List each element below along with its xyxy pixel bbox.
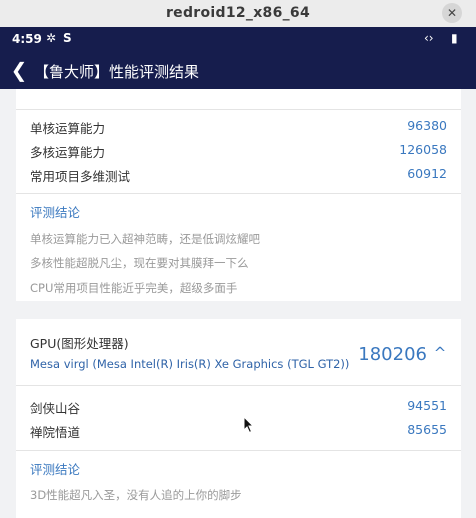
settings-gear-icon: ✲ [46,31,57,45]
gpu-total-score: 180206 [358,344,427,365]
window-title-bar: redroid12_x86_64 ✕ [0,0,476,28]
score-value: 85655 [407,422,447,437]
back-arrow-icon[interactable]: ❮ [10,59,28,81]
score-value: 94551 [407,398,447,413]
score-row-zen-temple: 禅院悟道 85655 [30,420,447,440]
score-row-common-items: 常用项目多维测试 60912 [30,164,447,184]
conclusion-remark: 多核性能超脱凡尘，现在要对其膜拜一下么 [30,256,249,270]
score-label: 常用项目多维测试 [30,169,131,184]
android-screen: 4:59 ✲ S ‹› ▮ ❮ 【鲁大师】性能评测结果 单核运算能力 96380… [0,27,476,518]
score-row-sword-valley: 剑侠山谷 94551 [30,396,447,416]
conclusion-remark: CPU常用项目性能近乎完美，超级多面手 [30,281,238,295]
score-value: 96380 [407,118,447,133]
gpu-heading: GPU(图形处理器) [30,336,129,351]
conclusion-remark: 3D性能超凡入圣，没有人追的上你的脚步 [30,488,242,502]
score-value: 60912 [407,166,447,181]
score-value: 126058 [399,142,447,157]
sync-icon: S [63,31,72,45]
card-divider [16,385,461,386]
score-row-single-core: 单核运算能力 96380 [30,116,447,136]
chevron-up-icon[interactable]: ^ [433,342,447,364]
conclusion-remark: 单核运算能力已入超神范畴，还是低调炫耀吧 [30,232,260,246]
window-title: redroid12_x86_64 [165,5,311,21]
app-bar: ❮ 【鲁大师】性能评测结果 [0,53,476,89]
conclusion-title: 评测结论 [30,462,81,477]
card-divider [16,109,461,110]
card-divider [16,193,461,194]
card-divider [16,450,461,451]
cpu-result-card: 单核运算能力 96380 多核运算能力 126058 常用项目多维测试 6091… [16,89,461,301]
score-label: 单核运算能力 [30,121,106,136]
score-label: 剑侠山谷 [30,401,81,416]
score-label: 多核运算能力 [30,145,106,160]
page-title: 【鲁大师】性能评测结果 [34,63,200,81]
battery-icon: ▮ [451,31,458,45]
status-bar: 4:59 ✲ S ‹› ▮ [0,27,476,53]
close-icon[interactable]: ✕ [442,3,462,23]
conclusion-title: 评测结论 [30,205,81,220]
data-transfer-icon: ‹› [424,31,434,45]
mouse-cursor-icon [243,416,255,434]
score-row-multi-core: 多核运算能力 126058 [30,140,447,160]
score-label: 禅院悟道 [30,425,81,440]
gpu-model-name: Mesa virgl (Mesa Intel(R) Iris(R) Xe Gra… [30,357,350,371]
status-time: 4:59 [12,32,42,46]
gpu-card-header[interactable]: GPU(图形处理器) Mesa virgl (Mesa Intel(R) Iri… [16,319,461,385]
gpu-result-card: GPU(图形处理器) Mesa virgl (Mesa Intel(R) Iri… [16,319,461,518]
